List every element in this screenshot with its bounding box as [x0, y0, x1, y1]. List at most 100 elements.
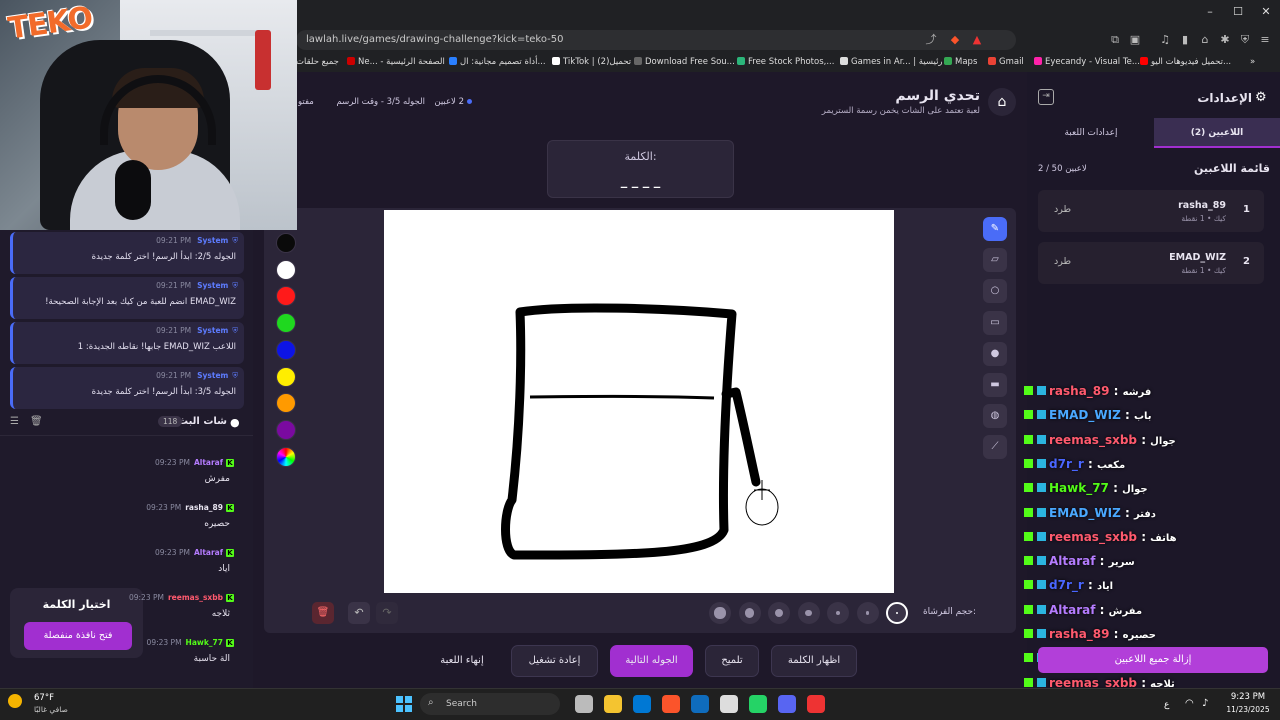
kick-badge-icon — [1024, 556, 1033, 566]
message-time: 09:21 PM — [156, 326, 192, 335]
players-capacity: 2 / 50 لاعبين — [1038, 164, 1087, 174]
wifi-icon[interactable]: ◠ — [1185, 698, 1194, 709]
whatsapp-icon[interactable] — [749, 695, 767, 713]
custom-color-picker[interactable] — [276, 447, 296, 467]
bookmark-item[interactable]: أداة تصميم مجانية: ال... — [449, 57, 546, 69]
brave-rewards-icon[interactable]: ▲ — [970, 33, 984, 47]
volume-icon[interactable]: ♪ — [1202, 698, 1208, 709]
brush-size-option[interactable] — [768, 602, 790, 624]
end-game-button[interactable]: إنهاء اللعبة — [424, 645, 500, 677]
show-word-button[interactable]: اظهار الكلمة — [771, 645, 857, 677]
home-icon[interactable]: ⌂ — [988, 88, 1016, 116]
brave-icon[interactable] — [662, 695, 680, 713]
redo-button[interactable]: ↷ — [376, 602, 398, 624]
store-icon[interactable] — [691, 695, 709, 713]
notification-app-icon[interactable] — [807, 695, 825, 713]
eraser-icon[interactable]: ▱ — [983, 248, 1007, 273]
discord-icon[interactable] — [778, 695, 796, 713]
taskbar-search[interactable]: Search — [420, 693, 560, 715]
app-icon[interactable] — [720, 695, 738, 713]
bookmark-item[interactable]: Ne... - الصفحة الرئيسية — [347, 57, 445, 69]
tab-game-settings[interactable]: إعدادات اللعبة — [1028, 118, 1154, 148]
kick-chat-line: Altaraf : مفرش — [1024, 598, 1142, 622]
language-indicator[interactable]: ع — [1164, 700, 1169, 710]
color-swatch[interactable] — [276, 233, 296, 253]
bookmark-item[interactable]: Eyecandy - Visual Te... — [1034, 57, 1140, 69]
brush-size-option[interactable] — [797, 602, 820, 624]
restart-button[interactable]: إعادة تشغيل — [511, 645, 598, 677]
tab-players[interactable]: اللاعبين (2) — [1154, 118, 1280, 148]
media-icon[interactable]: ♫ — [1158, 33, 1172, 47]
extensions-icon[interactable]: ⧉ — [1108, 33, 1122, 47]
clear-canvas-button[interactable]: 🗑 — [312, 602, 334, 624]
task-view-icon[interactable] — [575, 695, 593, 713]
color-swatch[interactable] — [276, 366, 296, 387]
bookmark-item[interactable]: Maps — [944, 57, 977, 69]
address-bar[interactable]: lawlah.live/games/drawing-challenge?kick… — [296, 30, 1016, 50]
bookmark-item[interactable]: TikTok | (2)تحميل — [552, 57, 631, 69]
chat-user[interactable]: rasha_89 — [185, 503, 223, 512]
circle-icon[interactable]: ○ — [983, 279, 1007, 304]
kick-chat-user: reemas_sxbb — [1049, 529, 1138, 544]
edge-icon[interactable] — [633, 695, 651, 713]
remove-all-players-button[interactable]: إزالة جميع اللاعبين — [1038, 647, 1268, 673]
kick-chat-separator: : — [1109, 384, 1123, 398]
chat-user[interactable]: Hawk_77 — [186, 638, 223, 647]
undo-button[interactable]: ↶ — [348, 602, 370, 624]
maximize-button[interactable]: ☐ — [1228, 5, 1248, 21]
color-swatch[interactable] — [276, 259, 296, 280]
collapse-panel-icon[interactable]: ⇥ — [1038, 89, 1054, 105]
brave-shield-icon[interactable]: ◆ — [948, 33, 962, 47]
more-bookmarks-icon[interactable]: » — [1250, 57, 1255, 69]
shield-icon: ⛨ — [232, 326, 238, 335]
vpn-icon[interactable]: ⛨ — [1238, 33, 1252, 47]
filled-circle-icon[interactable]: ● — [983, 341, 1007, 366]
bookmark-icon[interactable]: ⌂ — [1198, 33, 1212, 47]
taskbar-time[interactable]: 9:23 PM — [1226, 692, 1270, 702]
brush-size-option[interactable] — [856, 602, 879, 624]
pencil-icon[interactable]: ✎ — [983, 217, 1007, 241]
brush-size-option[interactable] — [886, 602, 908, 624]
color-swatch[interactable] — [276, 313, 296, 334]
chat-user[interactable]: reemas_sxbb — [168, 593, 223, 602]
share-icon[interactable]: ⤴ — [924, 33, 938, 47]
bookmark-item[interactable]: Free Stock Photos,... — [737, 57, 834, 69]
settings-icon[interactable]: ✱ — [1218, 33, 1232, 47]
rectangle-icon[interactable]: ▭ — [983, 310, 1007, 335]
chat-user[interactable]: Altaraf — [194, 458, 223, 467]
kick-player-button[interactable]: طرد — [1054, 256, 1071, 267]
line-icon[interactable]: ⟋ — [983, 435, 1007, 460]
minimize-button[interactable]: – — [1200, 5, 1220, 21]
bookmark-item[interactable]: Gmail — [988, 57, 1024, 69]
bookmark-item[interactable]: تحميل فيديوهات اليو... — [1140, 57, 1231, 69]
sidebar-icon[interactable]: ▮ — [1178, 33, 1192, 47]
brush-size-option[interactable] — [738, 602, 761, 624]
kick-badge-icon — [1024, 458, 1033, 468]
color-swatch[interactable] — [276, 339, 296, 360]
color-swatch[interactable] — [276, 419, 296, 440]
kick-player-button[interactable]: طرد — [1054, 204, 1071, 215]
bookmark-item[interactable]: Games in Ar... | رئيسية — [840, 57, 943, 69]
next-round-button[interactable]: الجوله التالية — [610, 645, 693, 677]
brush-size-option[interactable] — [827, 602, 849, 624]
filled-rectangle-icon[interactable]: ▬ — [983, 373, 1007, 397]
chat-user[interactable]: Altaraf — [194, 548, 223, 557]
wallet-icon[interactable]: ▣ — [1128, 33, 1142, 47]
list-icon[interactable]: ☰ — [10, 416, 19, 427]
windows-start-icon[interactable] — [395, 695, 413, 713]
file-explorer-icon[interactable] — [604, 695, 622, 713]
fill-icon[interactable]: ◍ — [983, 404, 1007, 429]
kick-chat-separator: : — [1109, 627, 1123, 641]
chat-time: 09:23 PM — [154, 548, 190, 557]
trash-icon[interactable]: 🗑 — [30, 416, 43, 427]
bookmark-item[interactable]: Download Free Sou... — [634, 57, 735, 69]
chat-time: 09:23 PM — [128, 593, 164, 602]
close-window-button[interactable]: ✕ — [1256, 5, 1276, 21]
message-header: 09:21 PM System ⛨ — [156, 236, 238, 246]
brush-size-option[interactable] — [709, 602, 731, 624]
bookmark-item[interactable]: جميع حلقات — [296, 57, 339, 69]
drawing-canvas[interactable] — [384, 210, 894, 593]
hint-button[interactable]: تلميح — [705, 645, 759, 677]
menu-icon[interactable]: ≡ — [1258, 33, 1272, 47]
taskbar-date[interactable]: 11/23/2025 — [1222, 705, 1274, 714]
